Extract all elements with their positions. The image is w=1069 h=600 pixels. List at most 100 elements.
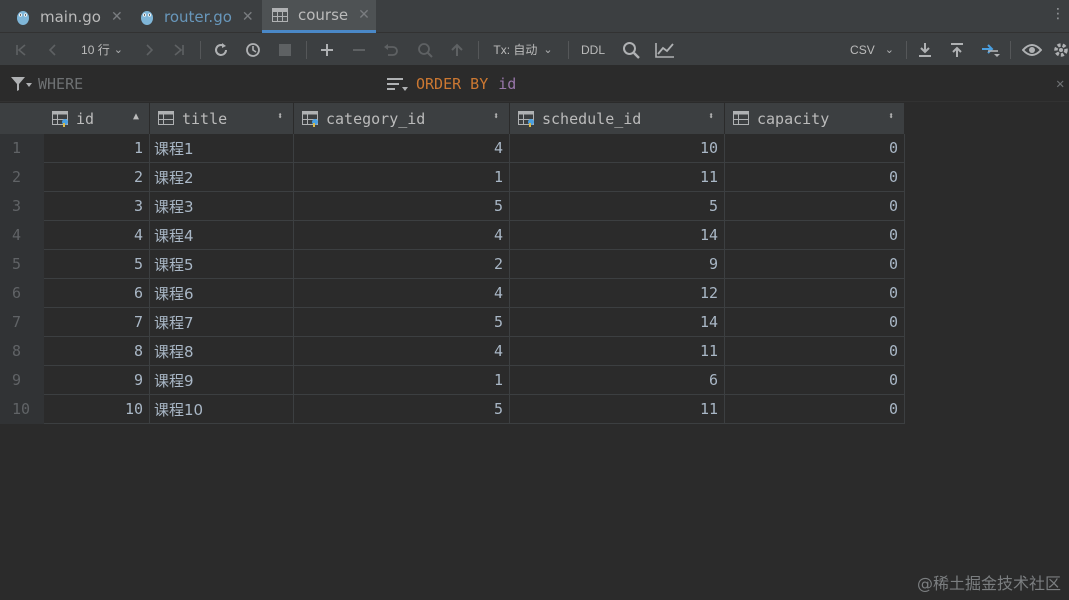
stop-icon[interactable] (274, 33, 296, 66)
tab-router-go[interactable]: router.go ✕ (140, 0, 258, 33)
transaction-mode-dropdown[interactable]: Tx: 自动 ⌄ (488, 33, 558, 66)
cell-schedule-id[interactable]: 5 (510, 192, 725, 221)
export-format-dropdown[interactable]: CSV ⌄ (846, 33, 898, 66)
sort-icon[interactable]: ▲ (133, 111, 139, 122)
add-row-icon[interactable] (316, 33, 338, 66)
compare-icon[interactable] (978, 33, 1002, 66)
previous-page-icon[interactable] (42, 33, 64, 66)
row-number[interactable]: 1 (0, 134, 44, 163)
cell-category-id[interactable]: 5 (294, 308, 510, 337)
column-header-category-id[interactable]: category_id ⬍ (294, 103, 510, 134)
sort-icon[interactable]: ⬍ (708, 111, 714, 122)
page-size-dropdown[interactable]: 10 行 ⌄ (74, 33, 130, 66)
cell-schedule-id[interactable]: 11 (510, 163, 725, 192)
cell-title[interactable]: 课程7 (150, 308, 294, 337)
cell-id[interactable]: 9 (44, 366, 150, 395)
cell-category-id[interactable]: 1 (294, 163, 510, 192)
close-icon[interactable]: ✕ (111, 9, 123, 25)
column-header-capacity[interactable]: capacity ⬍ (725, 103, 905, 134)
delete-row-icon[interactable] (348, 33, 370, 66)
search-icon[interactable] (620, 33, 642, 66)
column-header-schedule-id[interactable]: schedule_id ⬍ (510, 103, 725, 134)
submit-icon[interactable] (446, 33, 468, 66)
row-number[interactable]: 7 (0, 308, 44, 337)
cell-capacity[interactable]: 0 (725, 134, 905, 163)
cell-schedule-id[interactable]: 6 (510, 366, 725, 395)
cell-title[interactable]: 课程2 (150, 163, 294, 192)
cell-id[interactable]: 10 (44, 395, 150, 424)
tab-main-go[interactable]: main.go ✕ (16, 0, 124, 33)
cell-title[interactable]: 课程9 (150, 366, 294, 395)
cell-id[interactable]: 6 (44, 279, 150, 308)
row-number[interactable]: 4 (0, 221, 44, 250)
close-icon[interactable]: ✕ (1056, 66, 1064, 102)
tab-course[interactable]: course ✕ (262, 0, 376, 33)
sort-icon[interactable]: ⬍ (888, 111, 894, 122)
cell-title[interactable]: 课程1 (150, 134, 294, 163)
cell-id[interactable]: 1 (44, 134, 150, 163)
row-number[interactable]: 2 (0, 163, 44, 192)
cell-capacity[interactable]: 0 (725, 221, 905, 250)
settings-gear-icon[interactable] (1052, 33, 1069, 66)
last-page-icon[interactable] (168, 33, 190, 66)
cell-category-id[interactable]: 4 (294, 221, 510, 250)
sort-icon[interactable]: ⬍ (277, 111, 283, 122)
row-number[interactable]: 6 (0, 279, 44, 308)
history-icon[interactable] (242, 33, 264, 66)
cell-capacity[interactable]: 0 (725, 250, 905, 279)
cell-title[interactable]: 课程3 (150, 192, 294, 221)
cell-schedule-id[interactable]: 14 (510, 221, 725, 250)
close-icon[interactable]: ✕ (242, 9, 254, 25)
row-number[interactable]: 9 (0, 366, 44, 395)
cell-id[interactable]: 3 (44, 192, 150, 221)
cell-capacity[interactable]: 0 (725, 366, 905, 395)
chart-icon[interactable] (654, 33, 676, 66)
row-number[interactable]: 5 (0, 250, 44, 279)
first-page-icon[interactable] (10, 33, 32, 66)
download-icon[interactable] (914, 33, 936, 66)
more-vertical-icon[interactable]: ⋮ (1051, 6, 1065, 22)
upload-icon[interactable] (946, 33, 968, 66)
next-page-icon[interactable] (138, 33, 160, 66)
cell-id[interactable]: 7 (44, 308, 150, 337)
column-header-id[interactable]: id ▲ (44, 103, 150, 134)
cell-capacity[interactable]: 0 (725, 308, 905, 337)
cell-capacity[interactable]: 0 (725, 395, 905, 424)
order-by-filter[interactable]: ORDER BY id (386, 66, 516, 102)
cell-capacity[interactable]: 0 (725, 279, 905, 308)
where-filter[interactable]: WHERE (10, 66, 83, 102)
cell-title[interactable]: 课程4 (150, 221, 294, 250)
cell-id[interactable]: 4 (44, 221, 150, 250)
cell-title[interactable]: 课程5 (150, 250, 294, 279)
revert-icon[interactable] (380, 33, 402, 66)
cell-category-id[interactable]: 5 (294, 395, 510, 424)
row-number[interactable]: 10 (0, 395, 44, 424)
cell-id[interactable]: 8 (44, 337, 150, 366)
cell-schedule-id[interactable]: 10 (510, 134, 725, 163)
cell-id[interactable]: 2 (44, 163, 150, 192)
cell-schedule-id[interactable]: 11 (510, 337, 725, 366)
cell-schedule-id[interactable]: 11 (510, 395, 725, 424)
ddl-button[interactable]: DDL (576, 33, 610, 66)
cell-schedule-id[interactable]: 12 (510, 279, 725, 308)
cell-category-id[interactable]: 5 (294, 192, 510, 221)
cell-category-id[interactable]: 2 (294, 250, 510, 279)
cell-category-id[interactable]: 4 (294, 337, 510, 366)
cell-category-id[interactable]: 1 (294, 366, 510, 395)
row-number[interactable]: 3 (0, 192, 44, 221)
refresh-icon[interactable] (210, 33, 232, 66)
sort-icon[interactable]: ⬍ (493, 111, 499, 122)
cell-capacity[interactable]: 0 (725, 337, 905, 366)
cell-title[interactable]: 课程10 (150, 395, 294, 424)
row-number[interactable]: 8 (0, 337, 44, 366)
cell-capacity[interactable]: 0 (725, 192, 905, 221)
cell-category-id[interactable]: 4 (294, 279, 510, 308)
cell-title[interactable]: 课程6 (150, 279, 294, 308)
column-header-title[interactable]: title ⬍ (150, 103, 294, 134)
preview-changes-icon[interactable] (414, 33, 436, 66)
close-icon[interactable]: ✕ (358, 7, 370, 23)
cell-title[interactable]: 课程8 (150, 337, 294, 366)
cell-category-id[interactable]: 4 (294, 134, 510, 163)
cell-schedule-id[interactable]: 9 (510, 250, 725, 279)
cell-capacity[interactable]: 0 (725, 163, 905, 192)
